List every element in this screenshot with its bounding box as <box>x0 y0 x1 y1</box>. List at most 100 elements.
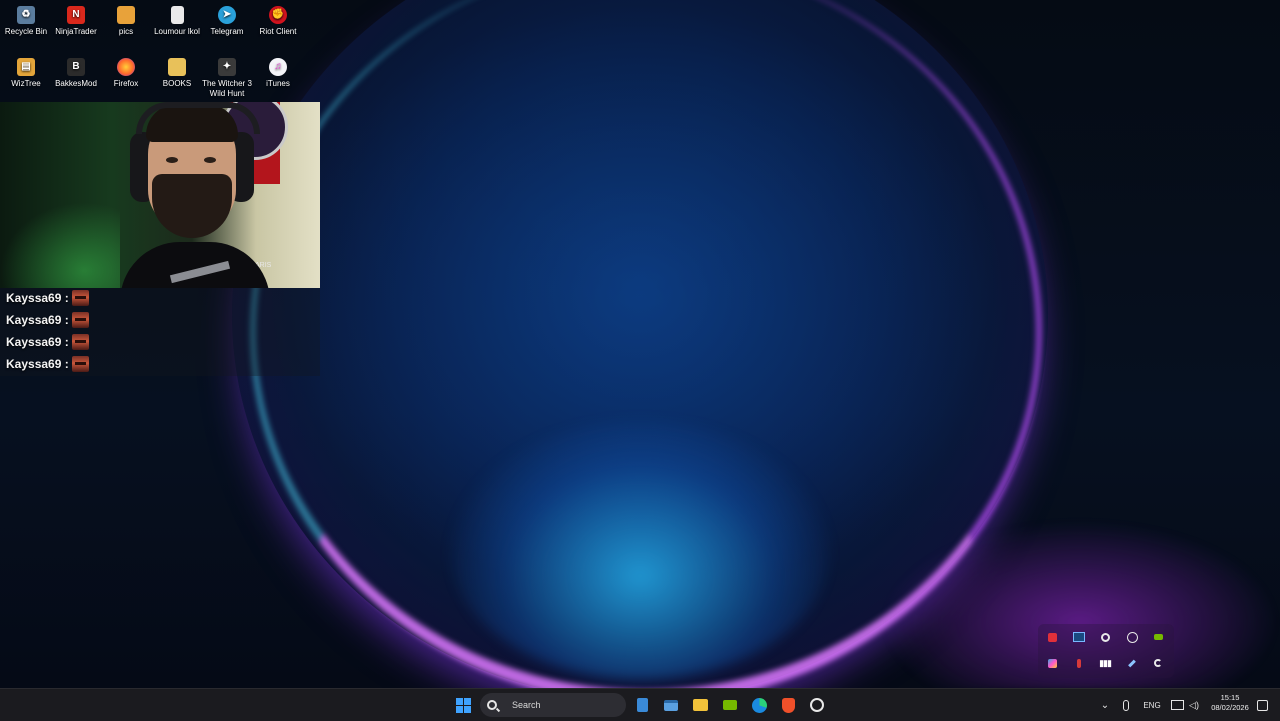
audio-levels-icon[interactable]: ▮▮▮ <box>1098 656 1112 670</box>
network-status[interactable] <box>1168 689 1186 721</box>
language-label: ENG <box>1143 700 1161 710</box>
microphone-icon[interactable] <box>1072 656 1086 670</box>
nvidia-icon[interactable] <box>1151 630 1165 644</box>
chat-emote-icon <box>72 334 89 350</box>
desktop-icon-bakkesmod[interactable]: B BakkesMod <box>50 58 102 89</box>
eye-left <box>166 157 178 163</box>
riot-vanguard-icon[interactable] <box>1125 630 1139 644</box>
taskbar-clock[interactable]: 15:15 08/02/2026 <box>1206 693 1254 713</box>
search-icon <box>487 700 497 710</box>
network-icon <box>1170 700 1184 710</box>
chat-username: Kayssa69 : <box>6 313 69 327</box>
desktop-icon-itunes[interactable]: ♫ iTunes <box>252 58 304 89</box>
desktop-icon-loumour-lkol[interactable]: Loumour lkol <box>151 6 203 37</box>
wallpaper-orb-core <box>450 420 830 680</box>
taskbar-notepad[interactable] <box>631 693 653 717</box>
notepad-icon <box>636 698 648 712</box>
riot-client-icon: ✊ <box>269 6 287 24</box>
taskbar-search-box[interactable]: Search <box>480 693 626 717</box>
desktop-icon-label: iTunes <box>266 79 290 88</box>
chat-message: Kayssa69 : <box>0 332 320 354</box>
chat-emote-icon <box>72 312 89 328</box>
desktop-icon-firefox[interactable]: Firefox <box>100 58 152 89</box>
taskbar: Search ⌄ ENG ◁) 15:15 08/02/2026 <box>0 688 1280 721</box>
taskbar-file-explorer[interactable] <box>689 693 711 717</box>
window-app-icon[interactable] <box>1072 630 1086 644</box>
desktop-icon-label: Telegram <box>210 27 244 36</box>
itunes-icon: ♫ <box>269 58 287 76</box>
chat-username: Kayssa69 : <box>6 357 69 371</box>
edge-icon <box>751 697 767 713</box>
chat-username: Kayssa69 : <box>6 291 69 305</box>
tray-microphone[interactable] <box>1118 689 1134 721</box>
desktop-icon-label: Loumour lkol <box>154 27 200 36</box>
firefox-icon <box>117 58 135 76</box>
desktop-icon-telegram[interactable]: ➤ Telegram <box>201 6 253 37</box>
start-button[interactable] <box>452 693 474 717</box>
desktop-icon-label: Firefox <box>113 79 139 88</box>
desktop-icon-label: Recycle Bin <box>4 27 48 36</box>
clock-time: 15:15 <box>1220 693 1240 702</box>
desktop-icon-label: NinjaTrader <box>55 27 97 36</box>
logitech-icon[interactable] <box>1151 656 1165 670</box>
taskbar-task-view[interactable] <box>660 693 682 717</box>
chat-username: Kayssa69 : <box>6 335 69 349</box>
bakkesmod-icon: B <box>67 58 85 76</box>
file-explorer-icon <box>692 699 708 711</box>
notifications-button[interactable] <box>1254 689 1270 721</box>
chat-message: Kayssa69 : <box>0 310 320 332</box>
witcher-icon: ✦ <box>218 58 236 76</box>
document-icon <box>170 6 184 24</box>
start-icon <box>455 697 471 713</box>
webcam-green-light <box>0 202 120 288</box>
desktop-icon-recycle-bin[interactable]: ♻ Recycle Bin <box>0 6 52 37</box>
stream-chat-overlay: Kayssa69 : Kayssa69 : Kayssa69 : Kayssa6… <box>0 288 320 376</box>
task-view-icon <box>664 699 678 711</box>
language-indicator[interactable]: ENG <box>1138 689 1166 721</box>
telegram-icon: ➤ <box>218 6 236 24</box>
taskbar-nvidia[interactable] <box>719 693 741 717</box>
streamer-body <box>120 242 270 288</box>
desktop-icon-wiztree[interactable]: ▤ WizTree <box>0 58 52 89</box>
tray-overflow-flyout: ▮▮▮ <box>1038 624 1174 678</box>
desktop-icon-label: BOOKS <box>162 79 192 88</box>
wiztree-icon: ▤ <box>17 58 35 76</box>
webcam-overlay: ARIS <box>0 102 320 288</box>
taskbar-obs[interactable] <box>806 693 828 717</box>
chevron-up-icon: ⌄ <box>1100 699 1110 711</box>
red-app-icon[interactable] <box>1045 630 1059 644</box>
color-app-icon[interactable] <box>1045 656 1059 670</box>
taskbar-brave[interactable] <box>777 693 799 717</box>
desktop-icon-witcher-3[interactable]: ✦ The Witcher 3 Wild Hunt <box>201 58 253 99</box>
tray-overflow-chevron[interactable]: ⌄ <box>1096 689 1114 721</box>
headphone-band <box>136 102 260 134</box>
steam-icon[interactable] <box>1098 630 1112 644</box>
search-placeholder: Search <box>512 700 541 710</box>
nvidia-icon <box>723 700 737 710</box>
eye-right <box>204 157 216 163</box>
folder-icon <box>168 58 186 76</box>
desktop-icon-label: pics <box>118 27 134 36</box>
microphone-icon <box>1123 699 1129 711</box>
taskbar-edge[interactable] <box>748 693 770 717</box>
clock-date: 08/02/2026 <box>1211 703 1249 712</box>
chat-emote-icon <box>72 356 89 372</box>
notification-icon <box>1256 699 1268 711</box>
desktop-icon-label: BakkesMod <box>55 79 97 88</box>
volume-control[interactable]: ◁) <box>1186 689 1202 721</box>
streamer-beard <box>152 174 232 238</box>
desktop-icon-pics[interactable]: pics <box>100 6 152 37</box>
ninjatrader-icon: N <box>67 6 85 24</box>
desktop-icon-ninjatrader[interactable]: N NinjaTrader <box>50 6 102 37</box>
chat-emote-icon <box>72 290 89 306</box>
folder-icon <box>117 6 135 24</box>
obs-icon <box>810 698 824 712</box>
chat-message: Kayssa69 : <box>0 354 320 376</box>
recycle-bin-icon: ♻ <box>17 6 35 24</box>
desktop-icon-label: WizTree <box>11 79 41 88</box>
desktop-icon-riot-client[interactable]: ✊ Riot Client <box>252 6 304 37</box>
desktop-icon-books[interactable]: BOOKS <box>151 58 203 89</box>
speaker-icon: ◁) <box>1189 699 1199 710</box>
desktop-icon-label: Riot Client <box>259 27 297 36</box>
tool-icon[interactable] <box>1125 656 1139 670</box>
